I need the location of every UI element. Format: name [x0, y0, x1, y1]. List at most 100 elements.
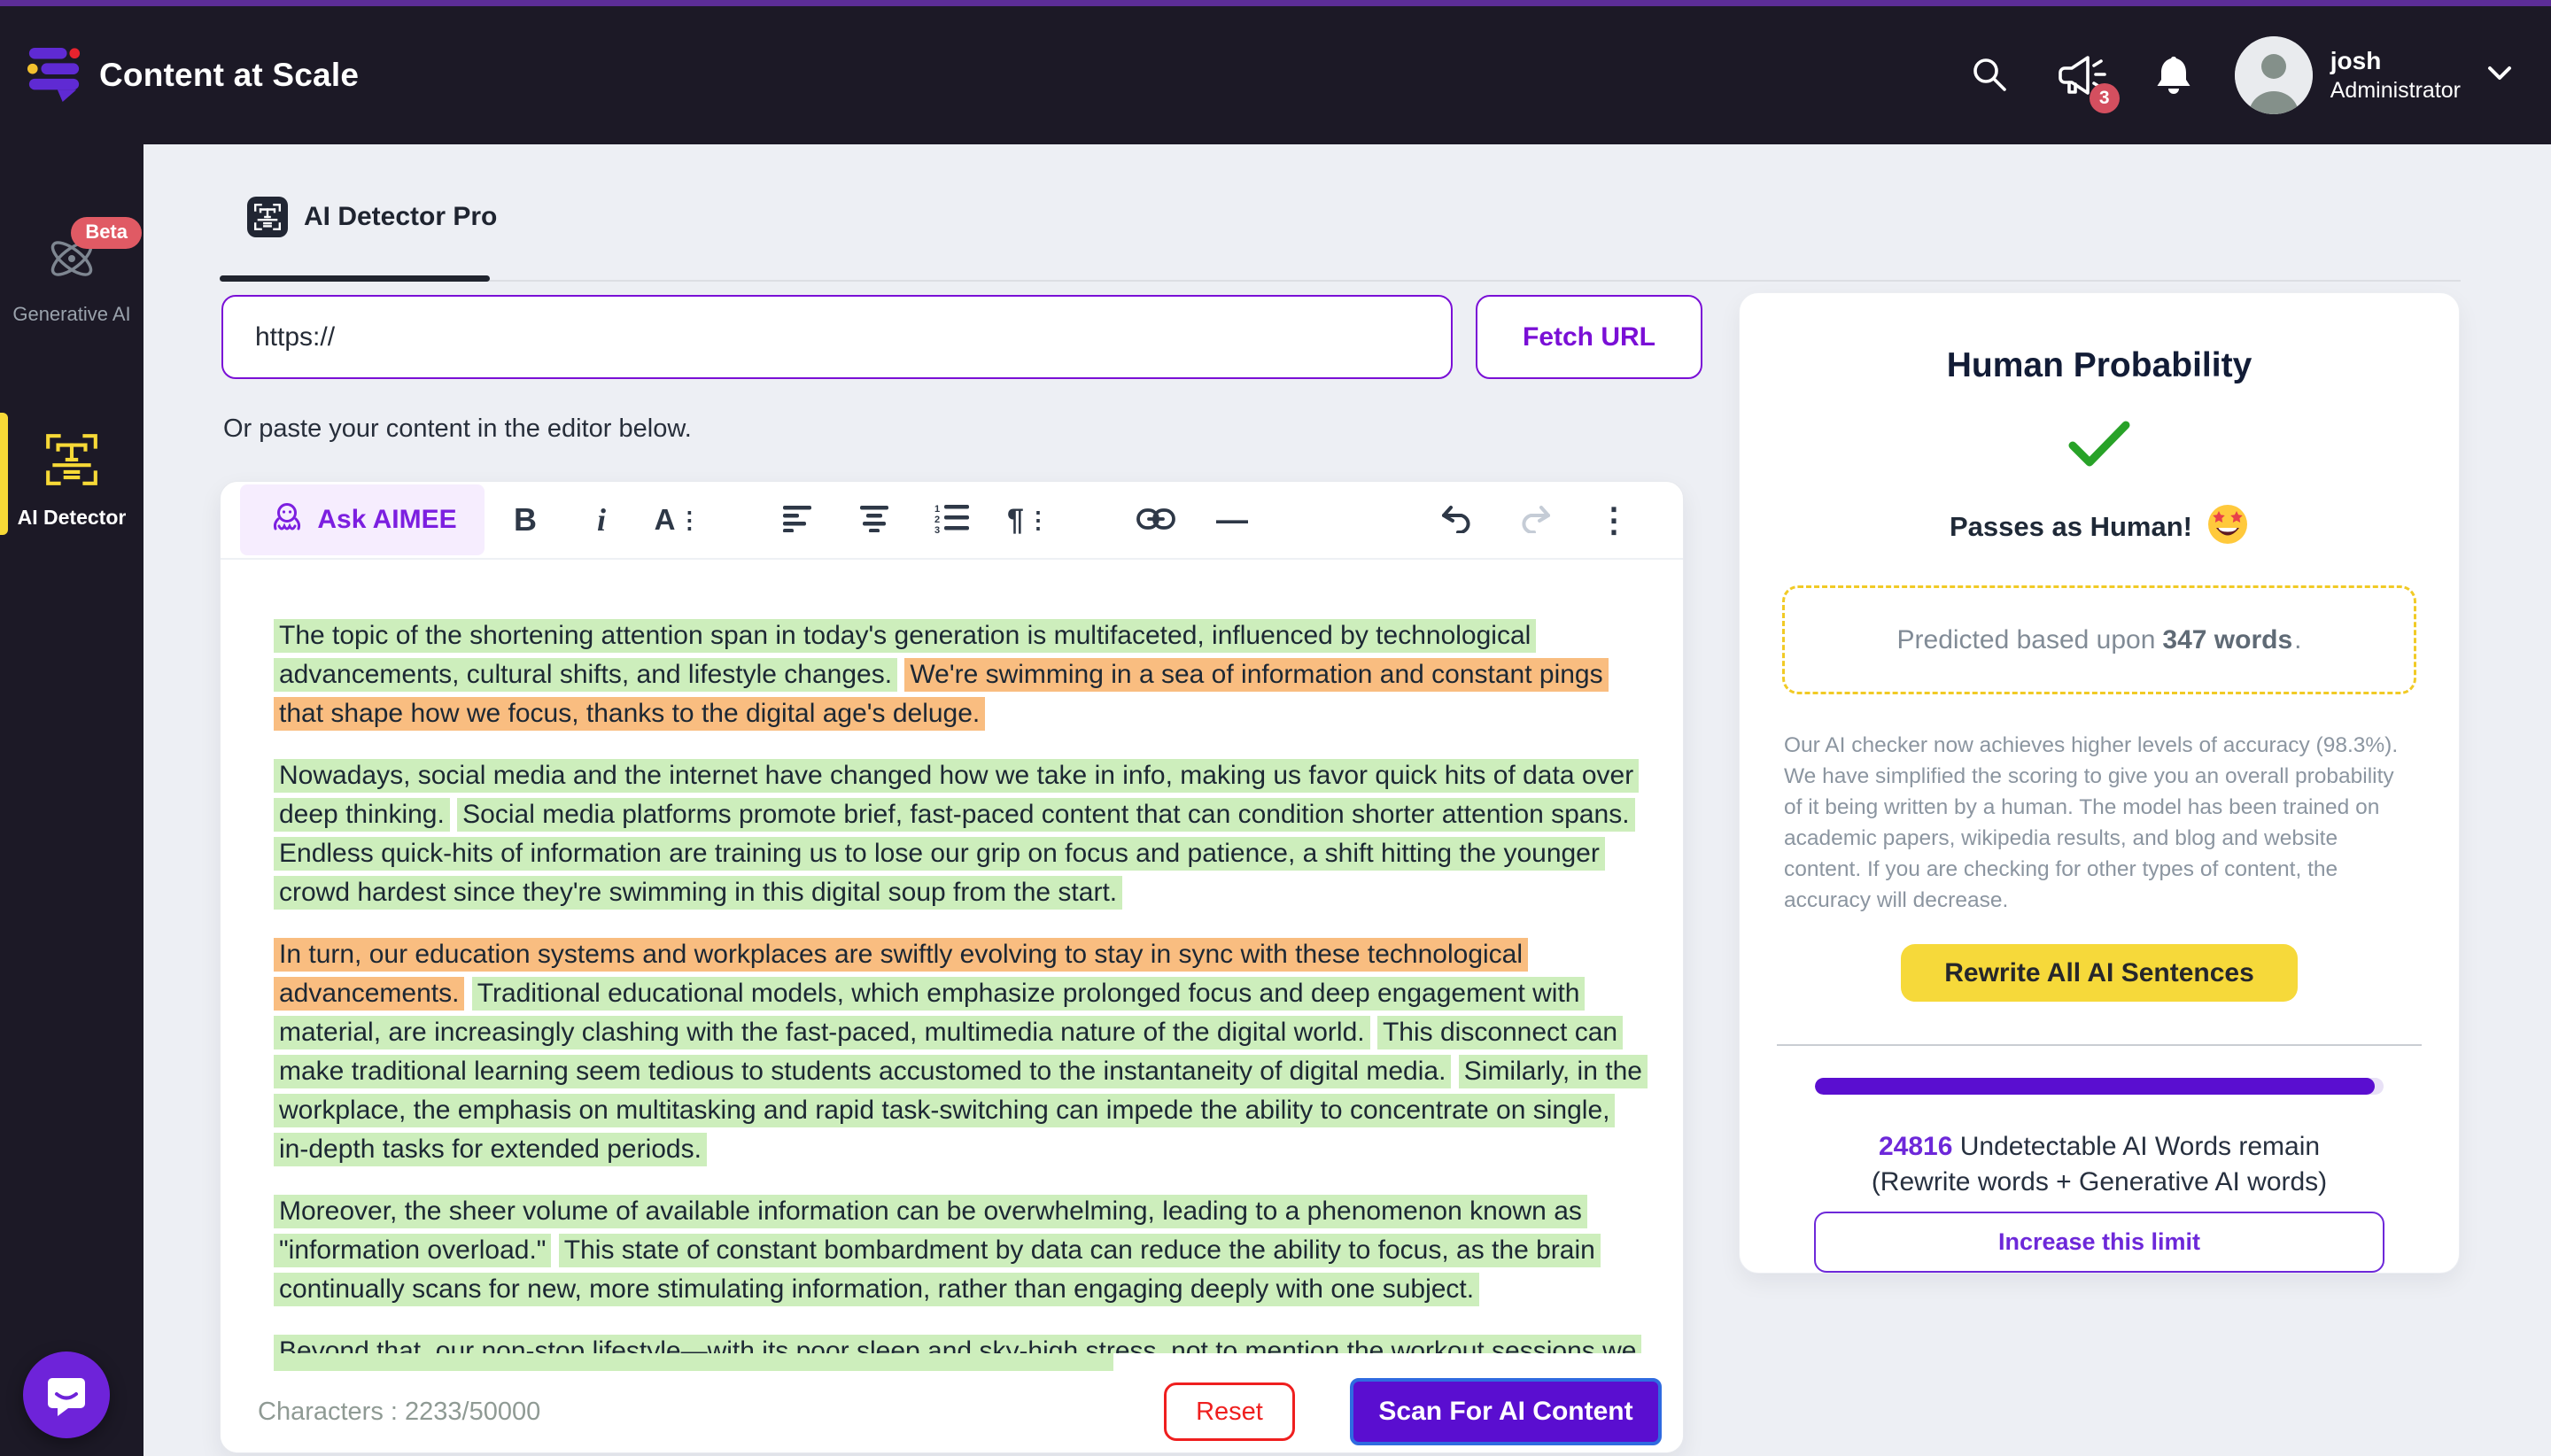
words-remaining-progress — [1815, 1078, 2384, 1095]
search-button[interactable] — [1969, 54, 2010, 97]
kebab-menu-icon: ⋮ — [1597, 500, 1631, 540]
editor-paragraph: The topic of the shortening attention sp… — [274, 616, 1642, 733]
font-size-icon: A — [655, 503, 676, 537]
octopus-icon — [268, 500, 306, 541]
clipped-text-line — [274, 1353, 1113, 1371]
sidebar: Beta Generative AI AI Detector — [0, 144, 143, 1456]
svg-text:1: 1 — [934, 504, 940, 515]
words-remaining-sub: (Rewrite words + Generative AI words) — [1872, 1167, 2327, 1197]
link-button[interactable] — [1135, 497, 1177, 543]
italic-button[interactable]: i — [580, 497, 623, 543]
tab-ai-detector-pro[interactable]: AI Detector Pro — [247, 197, 497, 237]
predicted-word-count: 347 words — [2162, 625, 2292, 655]
sentence-highlight-green: Endless quick-hits of information are tr… — [274, 837, 1605, 910]
active-tab-underline — [220, 275, 490, 282]
align-left-button[interactable] — [779, 497, 821, 543]
ai-detector-scan-icon — [43, 430, 101, 493]
sidebar-item-label: AI Detector — [18, 506, 127, 530]
italic-icon: i — [597, 501, 606, 538]
ask-aimee-button[interactable]: Ask AIMEE — [240, 484, 485, 555]
dots-icon: ⋮ — [678, 507, 701, 534]
words-remaining-label: Undetectable AI Words remain — [1952, 1132, 2320, 1161]
redo-button[interactable] — [1513, 497, 1555, 543]
ordered-list-icon: 1 2 3 — [934, 504, 970, 537]
editor-statusbar: Characters : 2233/50000 Reset Scan For A… — [221, 1371, 1683, 1452]
url-input[interactable] — [221, 295, 1453, 379]
active-indicator — [0, 413, 8, 535]
ask-aimee-label: Ask AIMEE — [317, 505, 456, 535]
bold-icon: B — [514, 501, 537, 538]
scan-for-ai-content-button[interactable]: Scan For AI Content — [1350, 1378, 1662, 1445]
redo-icon — [1516, 505, 1552, 536]
paste-hint: Or paste your content in the editor belo… — [223, 414, 692, 444]
sentence-highlight-green: Beyond that, our non-stop lifestyle—with… — [274, 1335, 1641, 1353]
font-size-button[interactable]: A⋮ — [656, 497, 699, 543]
predicted-words-box: Predicted based upon 347 words . — [1782, 585, 2416, 694]
top-accent-strip — [0, 0, 2551, 6]
undo-button[interactable] — [1437, 497, 1479, 543]
panel-divider — [1777, 1044, 2422, 1046]
editor-card: Ask AIMEE B i A⋮ — [220, 481, 1684, 1453]
sidebar-item-ai-detector[interactable]: AI Detector — [0, 430, 143, 530]
ordered-list-button[interactable]: 1 2 3 — [931, 497, 973, 543]
verdict-row: Passes as Human! — [1950, 503, 2249, 550]
editor-paragraph: Beyond that, our non-stop lifestyle—with… — [274, 1332, 1642, 1353]
tabs-divider — [220, 280, 2461, 282]
announcements-button[interactable]: 3 — [2056, 49, 2107, 103]
brand-logo[interactable]: Content at Scale — [27, 44, 359, 107]
editor-paragraph: In turn, our education systems and workp… — [274, 935, 1642, 1169]
fetch-url-button[interactable]: Fetch URL — [1476, 295, 1702, 379]
predicted-suffix: . — [2294, 625, 2301, 655]
user-menu[interactable]: josh Administrator — [2235, 36, 2512, 114]
sidebar-item-generative-ai[interactable]: Beta Generative AI — [0, 231, 143, 326]
verdict-text: Passes as Human! — [1950, 511, 2192, 543]
progress-fill — [1815, 1078, 2375, 1095]
align-center-button[interactable] — [855, 497, 897, 543]
notifications-button[interactable] — [2153, 53, 2194, 98]
tab-scan-icon — [247, 197, 288, 237]
tab-label: AI Detector Pro — [304, 202, 497, 232]
sidebar-item-label: Generative AI — [12, 303, 130, 326]
user-role: Administrator — [2330, 78, 2461, 104]
sentence-highlight-green: Social media platforms promote brief, fa… — [457, 798, 1634, 832]
horizontal-rule-icon: — — [1216, 501, 1248, 538]
align-left-icon — [783, 506, 817, 535]
app-header: Content at Scale 3 — [0, 0, 2551, 144]
editor-paragraph: Moreover, the sheer volume of available … — [274, 1192, 1642, 1309]
more-options-button[interactable]: ⋮ — [1593, 497, 1635, 543]
reset-button[interactable]: Reset — [1164, 1382, 1295, 1441]
bold-button[interactable]: B — [504, 497, 547, 543]
increase-limit-button[interactable]: Increase this limit — [1814, 1212, 2384, 1273]
check-icon — [2066, 419, 2132, 475]
horizontal-rule-button[interactable]: — — [1211, 497, 1253, 543]
svg-text:2: 2 — [934, 515, 940, 525]
chat-icon — [43, 1371, 89, 1420]
editor-toolbar: Ask AIMEE B i A⋮ — [221, 482, 1683, 560]
predicted-prefix: Predicted based upon — [1897, 625, 2156, 655]
words-remaining-line: 24816 Undetectable AI Words remain — [1879, 1132, 2320, 1162]
rewrite-all-ai-sentences-button[interactable]: Rewrite All AI Sentences — [1901, 944, 2298, 1002]
link-icon — [1136, 507, 1175, 533]
notification-count-badge: 3 — [2090, 83, 2120, 113]
paragraph-format-button[interactable]: ¶⋮ — [1007, 497, 1050, 543]
app-page: Content at Scale 3 — [0, 0, 2551, 1456]
words-remaining-count: 24816 — [1879, 1132, 1952, 1161]
user-name: josh — [2330, 47, 2461, 75]
brand-name: Content at Scale — [99, 57, 359, 94]
chevron-down-icon — [2487, 66, 2512, 86]
align-center-icon — [859, 506, 893, 535]
editor-paragraph: Nowadays, social media and the internet … — [274, 756, 1642, 912]
beta-badge: Beta — [71, 217, 142, 249]
chat-launcher-button[interactable] — [23, 1351, 110, 1438]
paragraph-icon: ¶ — [1007, 503, 1024, 538]
avatar — [2235, 36, 2313, 114]
accuracy-description: Our AI checker now achieves higher level… — [1784, 730, 2415, 916]
editor-content[interactable]: The topic of the shortening attention sp… — [221, 560, 1683, 1353]
svg-text:3: 3 — [934, 525, 940, 534]
search-icon — [1969, 54, 2010, 97]
dots-icon: ⋮ — [1027, 507, 1050, 534]
brand-logo-icon — [27, 44, 81, 107]
character-count: Characters : 2233/50000 — [258, 1398, 540, 1427]
panel-title: Human Probability — [1947, 346, 2252, 385]
human-probability-panel: Human Probability Passes as Human! Predi… — [1739, 292, 2460, 1274]
